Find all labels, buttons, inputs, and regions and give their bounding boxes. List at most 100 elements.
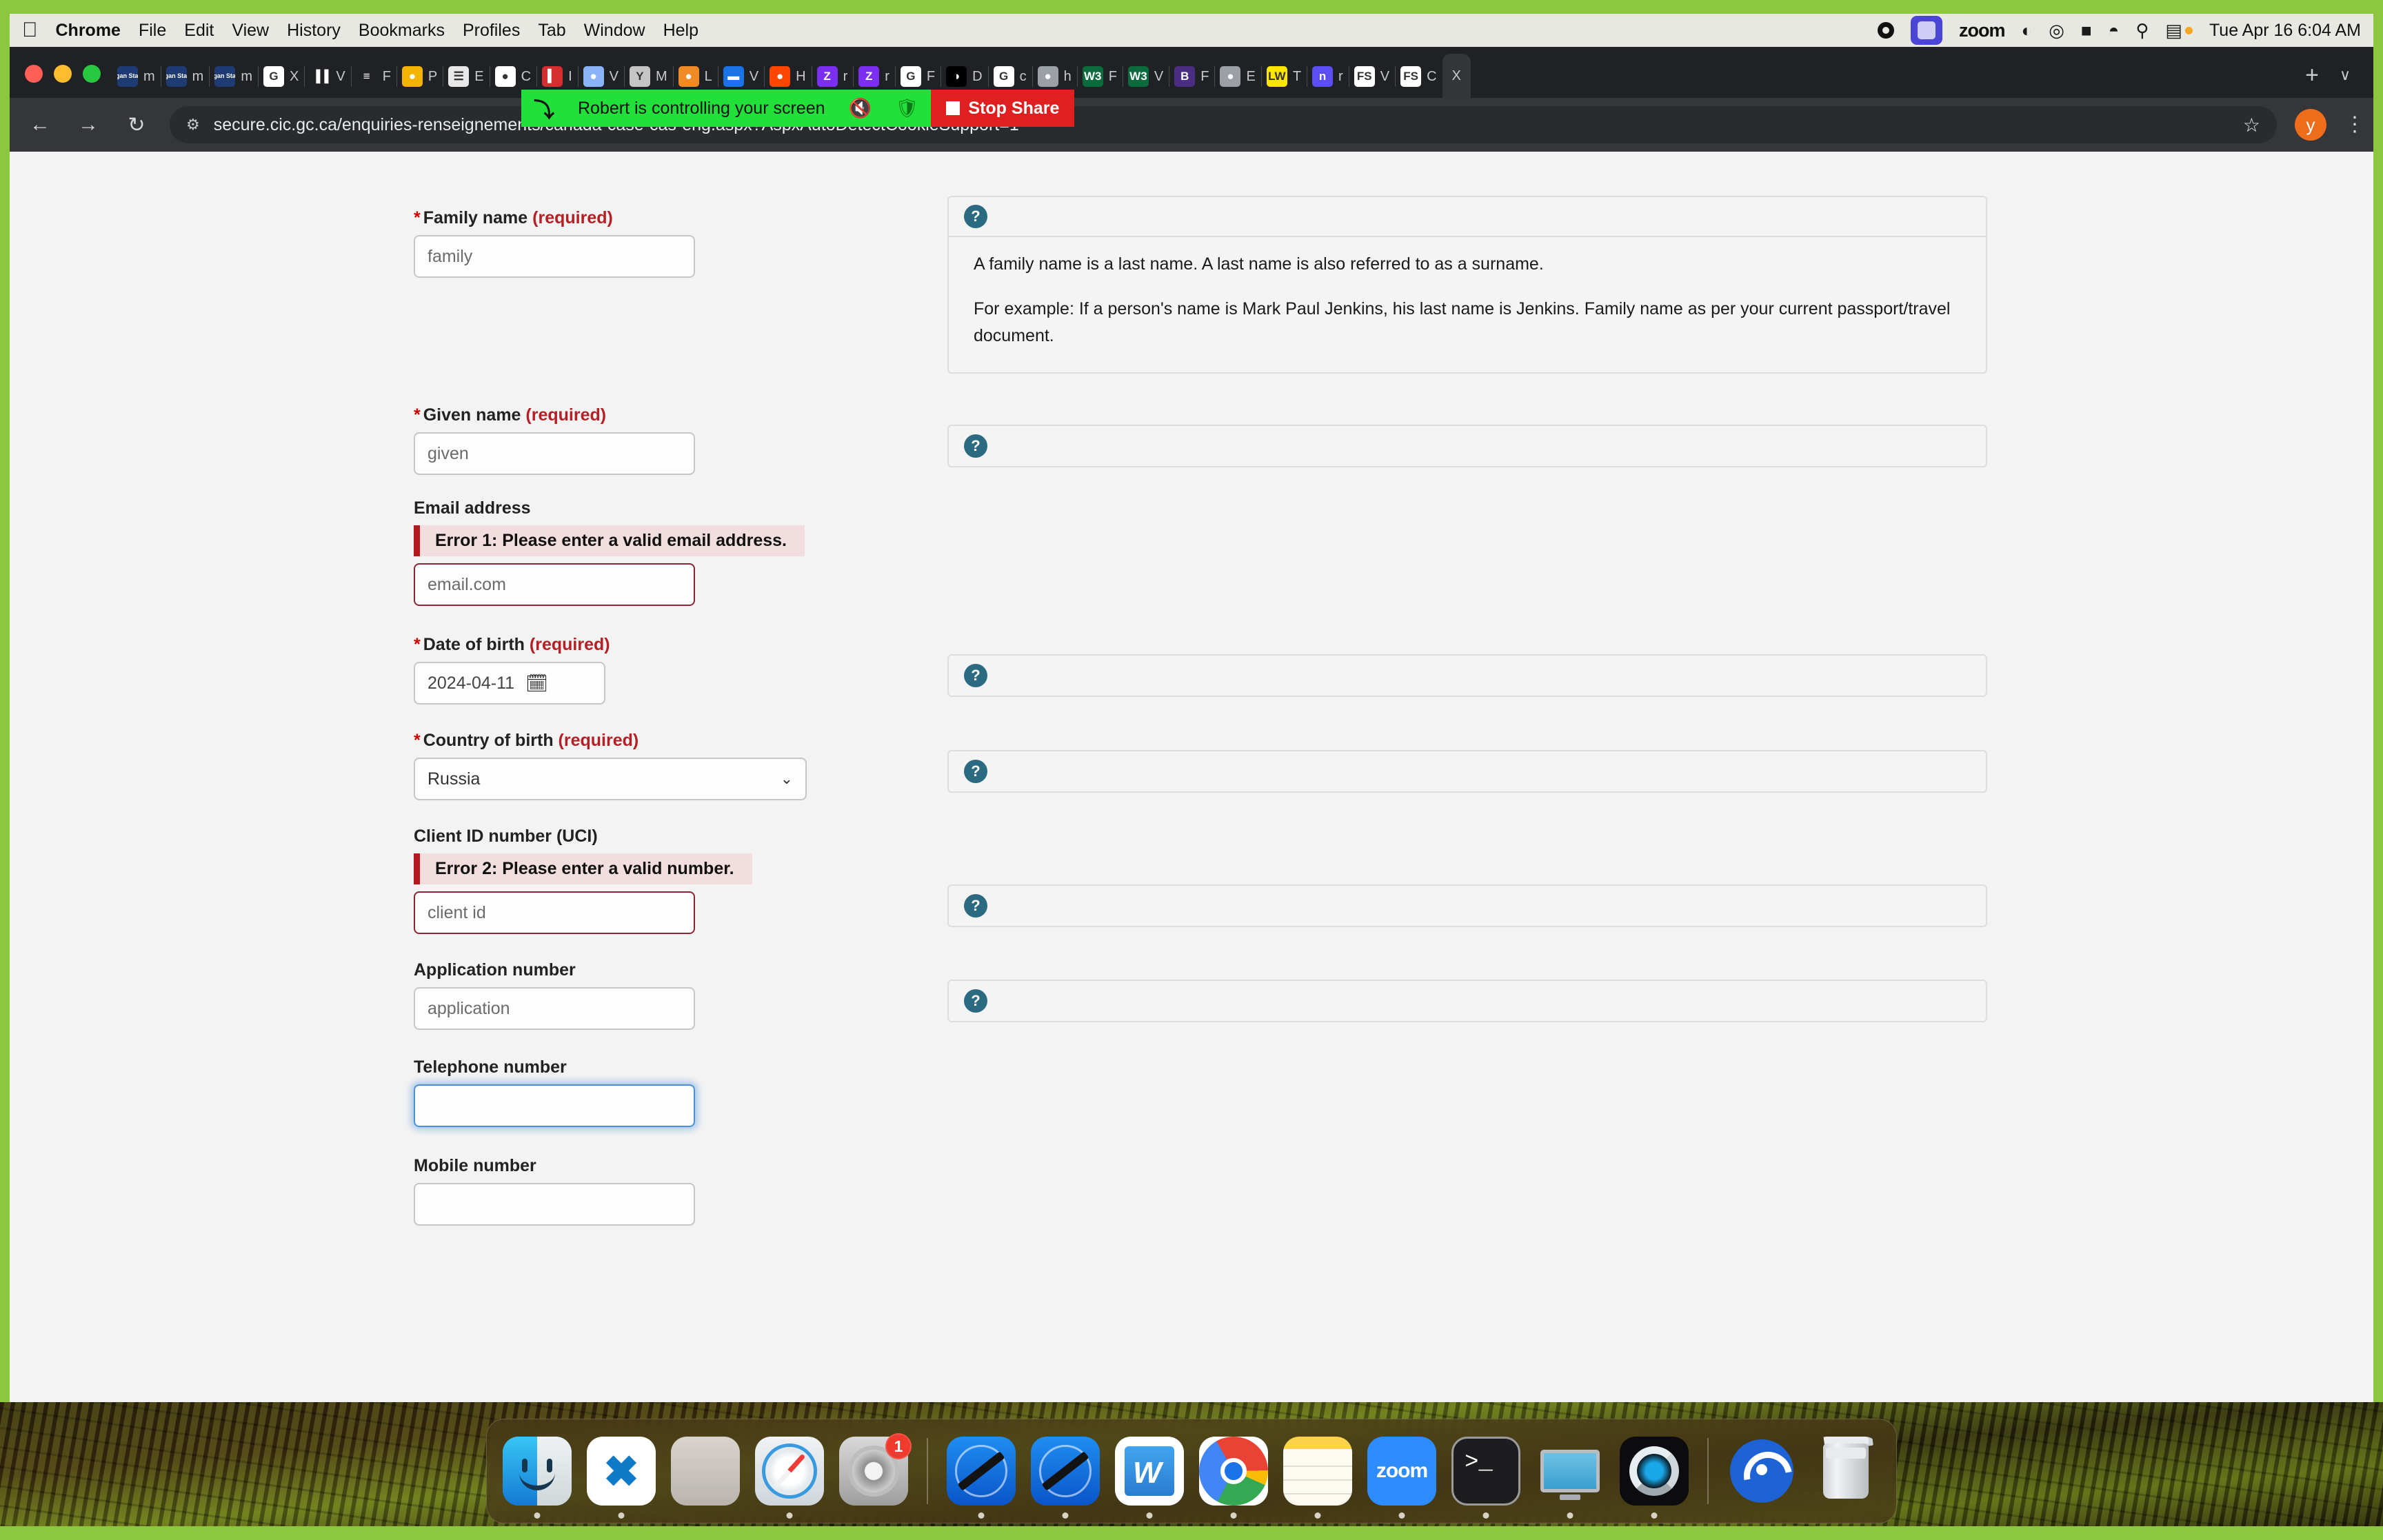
menu-item-help[interactable]: Help (663, 21, 698, 41)
siri-icon[interactable]: ◐ (2021, 20, 2032, 41)
screen-share-icon[interactable] (1910, 16, 1942, 45)
avatar[interactable]: y (2295, 109, 2326, 141)
close-window-button[interactable] (25, 65, 43, 83)
address-bar[interactable]: ⚙ secure.cic.gc.ca/enquiries-renseigneme… (170, 106, 2277, 143)
microphone-muted-icon[interactable]: 🔇 (849, 97, 872, 119)
help-panel-application-number[interactable]: ? (947, 980, 1987, 1023)
help-panel-given-name[interactable]: ? (947, 425, 1987, 468)
browser-tab[interactable]: Morgan Stanley m (160, 55, 210, 98)
browser-tab[interactable]: FS V (1348, 55, 1395, 98)
input-telephone-number[interactable] (414, 1084, 695, 1128)
wifi-icon[interactable]: ◓ (2109, 20, 2120, 41)
label-client-id-number: Client ID number (UCI) (414, 827, 947, 847)
browser-tab[interactable]: ≡ F (350, 55, 396, 98)
dock-item-finder[interactable] (501, 1435, 574, 1519)
browser-tab[interactable]: BF (1169, 55, 1214, 98)
help-panel-country-of-birth[interactable]: ? (947, 750, 1987, 793)
apple-logo-icon[interactable]:  (22, 20, 38, 41)
dock-separator (927, 1438, 928, 1504)
fs-blue-favicon-icon: FS (1400, 66, 1422, 87)
screen-recording-icon[interactable]: ◎ (2049, 20, 2064, 41)
dock-item-safari[interactable] (753, 1435, 826, 1519)
dock-item-xcode-beta[interactable] (1029, 1435, 1102, 1519)
kebab-menu-icon[interactable]: ⋮ (2344, 114, 2365, 135)
input-date-of-birth[interactable]: 2024-04-11 🗓 (414, 662, 605, 705)
menu-bar-clock[interactable]: Tue Apr 16 6:04 AM (2209, 21, 2361, 41)
reload-icon[interactable]: ↻ (121, 110, 152, 140)
browser-tab[interactable]: Morgan Stanley m (112, 55, 161, 98)
browser-tab[interactable]: W3 F (1076, 55, 1123, 98)
minimize-window-button[interactable] (54, 65, 72, 83)
dock-item-notes[interactable] (1281, 1435, 1354, 1519)
help-panel-header[interactable]: ? (949, 197, 1986, 237)
dock-item-word[interactable]: W (1113, 1435, 1186, 1519)
menu-item-file[interactable]: File (139, 21, 166, 41)
help-panel-header[interactable]: ? (949, 751, 1986, 791)
site-settings-icon[interactable]: ⚙ (186, 116, 200, 134)
record-icon[interactable] (1877, 22, 1894, 39)
menu-item-tab[interactable]: Tab (538, 21, 565, 41)
browser-tab[interactable]: Morgan Stanley m (209, 55, 258, 98)
dock-item-quicktime[interactable] (1618, 1435, 1691, 1519)
dock-item-xcode[interactable] (945, 1435, 1018, 1519)
browser-tab-title: D (972, 68, 983, 84)
zoom-menu-label[interactable]: zoom (1959, 20, 2005, 41)
browser-tab[interactable]: GX (258, 55, 304, 98)
help-panel-header[interactable]: ? (949, 426, 1986, 466)
dock-item-vscode[interactable]: ✖ (585, 1435, 658, 1519)
maximize-window-button[interactable] (83, 65, 101, 83)
menu-item-chrome[interactable]: Chrome (56, 21, 121, 41)
browser-tab[interactable]: ● P (396, 55, 443, 98)
menu-item-bookmarks[interactable]: Bookmarks (359, 21, 445, 41)
select-country-of-birth[interactable]: Russia ⌄ (414, 758, 807, 801)
input-client-id-number[interactable]: client id (414, 891, 695, 935)
menu-item-history[interactable]: History (287, 21, 341, 41)
help-panel-date-of-birth[interactable]: ? (947, 654, 1987, 698)
bee-favicon-icon: ● (401, 66, 423, 87)
dock-item-trash[interactable] (1809, 1435, 1882, 1508)
input-email-address[interactable]: email.com (414, 563, 695, 607)
dock-item-zoom[interactable]: zoom (1365, 1435, 1438, 1519)
form-field-mobile-number: Mobile number (10, 1156, 947, 1226)
dock-item-airdrop[interactable] (1725, 1435, 1798, 1508)
help-panel-header[interactable]: ? (949, 981, 1986, 1021)
browser-tab[interactable]: ☰ E (443, 55, 489, 98)
menu-item-window[interactable]: Window (584, 21, 645, 41)
shield-check-icon[interactable]: 🛡 (895, 97, 918, 119)
menu-item-edit[interactable]: Edit (184, 21, 214, 41)
dock-item-launchpad[interactable] (669, 1435, 742, 1508)
new-tab-button[interactable]: + (2296, 59, 2328, 91)
help-panel-header[interactable]: ? (949, 886, 1986, 926)
input-mobile-number[interactable] (414, 1183, 695, 1226)
stop-share-button[interactable]: Stop Share (931, 90, 1075, 127)
star-icon[interactable]: ☆ (2243, 114, 2260, 136)
forward-arrow-icon[interactable]: → (73, 110, 103, 140)
dock-item-display[interactable] (1534, 1435, 1607, 1519)
battery-icon[interactable]: ■ (2081, 20, 2092, 41)
control-center-icon[interactable]: ▤ (2165, 20, 2193, 41)
input-family-name[interactable]: family (414, 235, 695, 278)
browser-tab[interactable]: ▐▐ V (304, 55, 350, 98)
menu-item-view[interactable]: View (232, 21, 269, 41)
menu-item-profiles[interactable]: Profiles (463, 21, 520, 41)
browser-tab[interactable]: ● E (1214, 55, 1260, 98)
input-given-name[interactable]: given (414, 432, 695, 476)
browser-tab[interactable]: nr (1307, 55, 1349, 98)
tab-search-button[interactable]: ∨ (2328, 59, 2362, 91)
search-icon[interactable]: ⚲ (2135, 20, 2149, 41)
dock-item-terminal[interactable]: >_ (1449, 1435, 1522, 1519)
help-panel-client-id-number[interactable]: ? (947, 884, 1987, 928)
help-panel-header[interactable]: ? (949, 656, 1986, 696)
browser-tab[interactable]: X (1442, 54, 1471, 98)
browser-tab[interactable]: FS C (1395, 55, 1442, 98)
canada-favicon-icon: ● (494, 66, 516, 87)
calendar-icon[interactable]: 🗓 (525, 673, 548, 694)
browser-tab[interactable]: W3 V (1122, 55, 1169, 98)
input-application-number[interactable]: application (414, 987, 695, 1031)
dock-item-chrome[interactable] (1197, 1435, 1270, 1519)
dock-item-system-settings[interactable]: 1 (837, 1433, 912, 1508)
error-message-text: Error 2: Please enter a valid number. (435, 859, 734, 879)
browser-tab[interactable]: LW T (1260, 55, 1307, 98)
help-panel-family-name[interactable]: ? A family name is a last name. A last na… (947, 196, 1987, 374)
back-arrow-icon[interactable]: ← (25, 110, 55, 140)
